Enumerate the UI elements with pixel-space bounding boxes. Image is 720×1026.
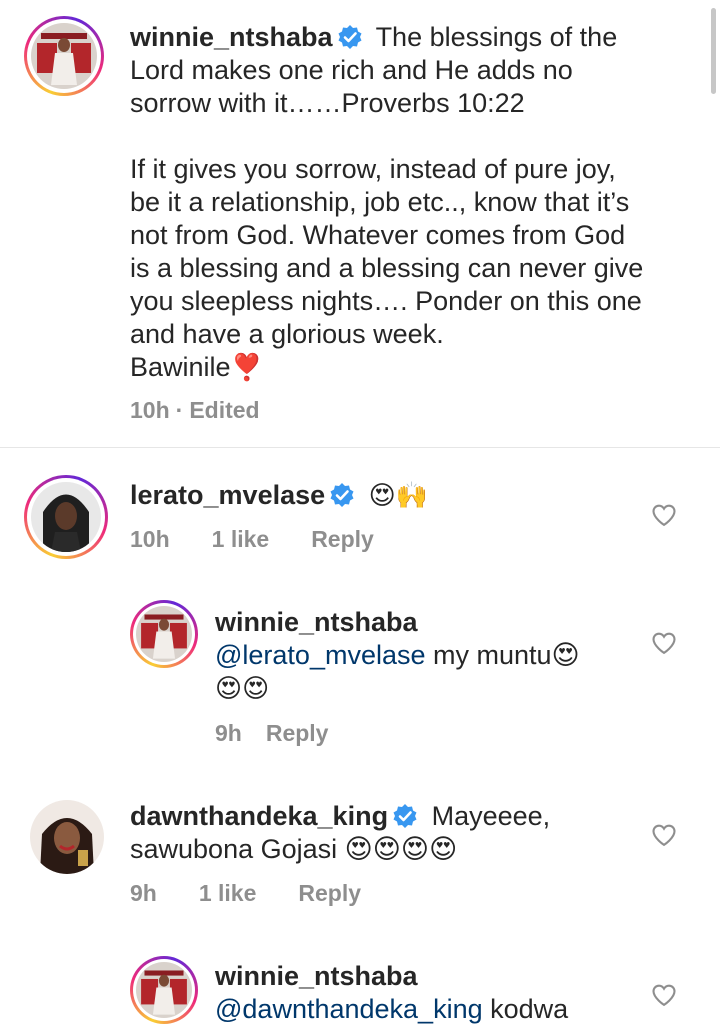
reply-button[interactable]: Reply xyxy=(311,526,374,553)
comment-username[interactable]: lerato_mvelase xyxy=(130,480,325,510)
avatar-photo xyxy=(30,800,104,874)
caption-line: Lord makes one rich and He adds no xyxy=(130,55,573,85)
avatar-photo xyxy=(31,23,97,89)
reply-body: winnie_ntshaba @lerato_mvelase my muntu😍… xyxy=(215,606,635,705)
reply-avatar[interactable] xyxy=(130,956,198,1024)
comment-meta: 10h 1 like Reply xyxy=(130,526,416,553)
reply-meta: 9h Reply xyxy=(215,720,370,747)
reply-username[interactable]: winnie_ntshaba xyxy=(215,607,418,637)
verified-badge-icon xyxy=(330,483,354,507)
verified-badge-icon xyxy=(393,804,417,828)
post-username[interactable]: winnie_ntshaba xyxy=(130,22,333,52)
avatar-photo xyxy=(31,482,101,552)
heart-icon[interactable] xyxy=(650,821,678,849)
divider xyxy=(0,447,720,448)
comment-meta: 9h 1 like Reply xyxy=(130,880,403,907)
reply-body: winnie_ntshaba @dawnthandeka_king kodwa xyxy=(215,960,635,1026)
comment-avatar[interactable] xyxy=(24,475,108,559)
comment-avatar[interactable] xyxy=(30,800,104,874)
caption-line: is a blessing and a blessing can never g… xyxy=(130,253,644,283)
reply-time: 9h xyxy=(215,720,242,746)
reply-avatar[interactable] xyxy=(130,600,198,668)
like-count[interactable]: 1 like xyxy=(212,526,270,553)
scrollbar[interactable] xyxy=(711,8,716,94)
comment-time: 9h xyxy=(130,880,157,906)
heart-icon[interactable] xyxy=(650,501,678,529)
comment-text: Mayeeee, xyxy=(431,801,551,831)
caption-line: If it gives you sorrow, instead of pure … xyxy=(130,154,616,184)
verified-badge-icon xyxy=(338,25,362,49)
reply-username[interactable]: winnie_ntshaba xyxy=(215,961,418,991)
mention-link[interactable]: @lerato_mvelase xyxy=(215,640,426,670)
post-avatar[interactable] xyxy=(24,16,104,96)
mention-link[interactable]: @dawnthandeka_king xyxy=(215,994,483,1024)
caption-line: you sleepless nights…. Ponder on this on… xyxy=(130,286,642,316)
comment-username[interactable]: dawnthandeka_king xyxy=(130,801,388,831)
avatar-photo xyxy=(136,606,192,662)
heart-exclamation-emoji: ❣️ xyxy=(230,352,263,382)
comment-body: lerato_mvelase 😍🙌 xyxy=(130,479,630,512)
meta-separator: · xyxy=(175,397,184,423)
caption-signoff: Bawinile xyxy=(130,352,231,382)
reply-text: 😍😍 xyxy=(215,673,270,703)
reply-text: kodwa xyxy=(482,994,569,1024)
caption-line: The blessings of the xyxy=(375,22,618,52)
reply-button[interactable]: Reply xyxy=(298,880,361,907)
avatar-photo xyxy=(136,962,192,1018)
comment-body: dawnthandeka_king Mayeeee, sawubona Goja… xyxy=(130,800,630,866)
reply-button[interactable]: Reply xyxy=(266,720,329,747)
post-meta: 10h · Edited xyxy=(130,397,302,424)
like-count[interactable]: 1 like xyxy=(199,880,257,907)
comment-time: 10h xyxy=(130,526,170,552)
post-caption: winnie_ntshaba The blessings of the Lord… xyxy=(130,21,690,384)
caption-line: be it a relationship, job etc.., know th… xyxy=(130,187,630,217)
reply-text: my muntu😍 xyxy=(425,640,580,670)
caption-line: sorrow with it……Proverbs 10:22 xyxy=(130,88,525,118)
post-time: 10h xyxy=(130,397,170,423)
edited-label: Edited xyxy=(189,397,260,423)
comment-text: sawubona Gojasi 😍😍😍😍 xyxy=(130,834,458,864)
heart-icon[interactable] xyxy=(650,981,678,1009)
heart-icon[interactable] xyxy=(650,629,678,657)
caption-line: and have a glorious week. xyxy=(130,319,444,349)
caption-line: not from God. Whatever comes from God xyxy=(130,220,626,250)
comment-text: 😍🙌 xyxy=(368,480,429,510)
